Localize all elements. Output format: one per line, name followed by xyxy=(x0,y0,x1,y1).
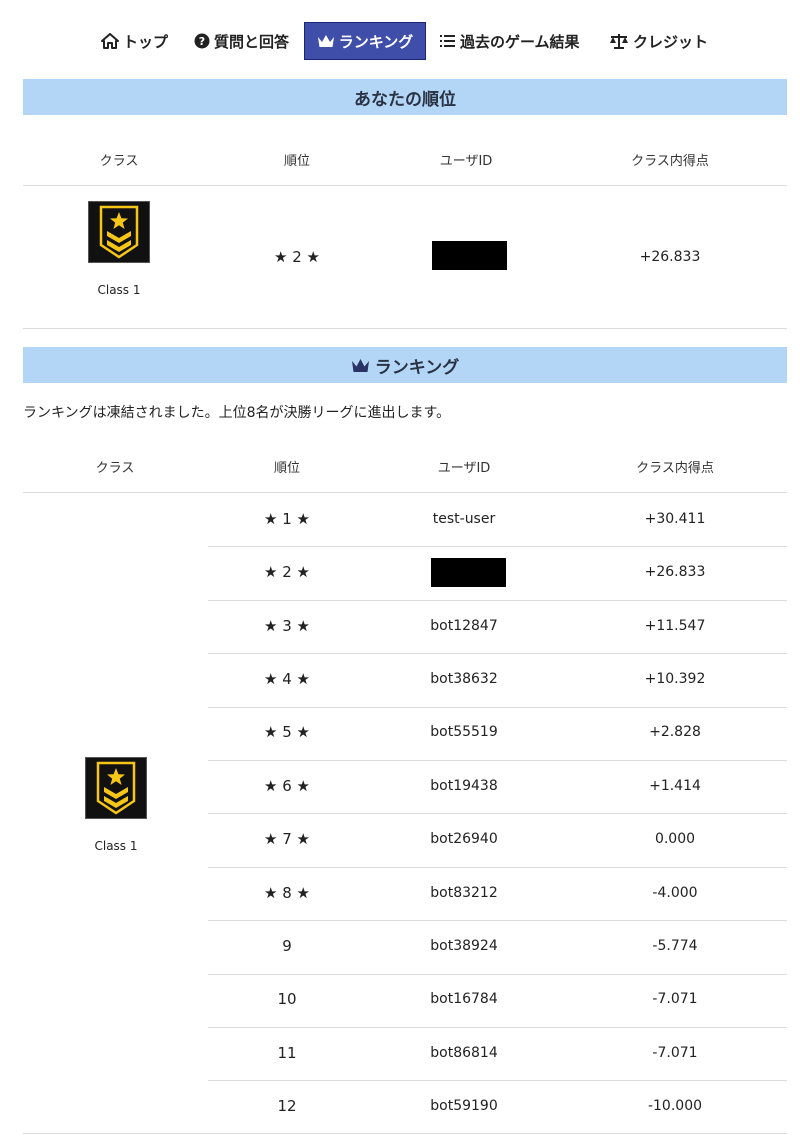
score-cell: -7.071 xyxy=(652,991,698,1008)
score-cell: +11.547 xyxy=(644,617,706,634)
rank-cell: 12 xyxy=(277,1097,297,1116)
row-divider xyxy=(208,867,787,868)
class-badge-icon xyxy=(88,201,150,263)
rank-cell: ★ 6 ★ xyxy=(264,776,310,795)
row-divider xyxy=(208,920,787,921)
rank-cell: ★ 1 ★ xyxy=(264,509,310,528)
row-divider xyxy=(208,1027,787,1028)
divider xyxy=(23,1133,787,1134)
user-id-cell: bot38924 xyxy=(430,937,498,954)
redacted-user-id xyxy=(432,241,507,270)
nav-item-label: 質問と回答 xyxy=(214,32,290,51)
col-head-score: クラス内得点 xyxy=(636,461,714,476)
row-divider xyxy=(208,974,787,975)
score-cell: -5.774 xyxy=(652,937,698,954)
score-cell: 0.000 xyxy=(654,831,696,848)
user-id-cell: bot16784 xyxy=(430,991,498,1008)
col-head-class: クラス xyxy=(99,154,139,169)
user-id-cell: bot55519 xyxy=(430,724,498,741)
rank-cell: 9 xyxy=(282,936,292,955)
nav-item-label: クレジット xyxy=(633,32,709,51)
col-head-score: クラス内得点 xyxy=(631,154,709,169)
crown-icon xyxy=(351,358,369,372)
nav-item-credit[interactable]: クレジット xyxy=(609,22,708,60)
divider xyxy=(23,328,787,329)
row-divider xyxy=(208,653,787,654)
row-divider xyxy=(208,813,787,814)
col-head-rank: 順位 xyxy=(273,461,300,476)
user-id-cell: bot26940 xyxy=(430,831,498,848)
rank-cell: ★ 7 ★ xyxy=(264,830,310,849)
ranking-notice: ランキングは凍結されました。上位8名が決勝リーグに進出します。 xyxy=(23,405,451,421)
question-icon: ? xyxy=(194,33,210,49)
score-cell: +2.828 xyxy=(649,724,701,741)
row-divider xyxy=(208,546,787,547)
scale-icon xyxy=(610,34,628,49)
nav-item-label: トップ xyxy=(123,32,169,51)
user-id-cell: bot59190 xyxy=(430,1098,498,1115)
user-id-cell: bot86814 xyxy=(430,1044,498,1061)
divider xyxy=(23,185,787,186)
row-divider xyxy=(208,600,787,601)
user-id-cell: test-user xyxy=(432,510,496,527)
rank-cell: ★ 2 ★ xyxy=(264,563,310,582)
score-cell: +26.833 xyxy=(644,564,706,581)
class-badge-icon xyxy=(85,757,147,819)
list-icon xyxy=(440,35,455,47)
nav-item-label: ランキング xyxy=(338,32,414,51)
nav-item-top[interactable]: トップ xyxy=(101,22,168,60)
score-cell: +1.414 xyxy=(649,777,701,794)
section-title: ランキング xyxy=(374,357,460,378)
row-divider xyxy=(208,760,787,761)
crown-icon xyxy=(317,35,334,47)
class-label: Class 1 xyxy=(97,283,141,297)
nav-item-ranking[interactable]: ランキング xyxy=(304,22,426,60)
user-id-cell: bot38632 xyxy=(430,670,498,687)
row-divider xyxy=(208,1080,787,1081)
divider xyxy=(23,492,787,493)
col-head-user: ユーザID xyxy=(439,154,493,169)
home-icon xyxy=(101,33,119,49)
score-cell: -4.000 xyxy=(652,884,698,901)
score-cell: -7.071 xyxy=(652,1044,698,1061)
my-rank-value: ★ 2 ★ xyxy=(274,248,320,266)
score-cell: +10.392 xyxy=(644,670,706,687)
rank-cell: ★ 5 ★ xyxy=(264,723,310,742)
class-label: Class 1 xyxy=(94,839,138,853)
nav-item-history[interactable]: 過去のゲーム結果 xyxy=(440,22,580,60)
rank-cell: ★ 3 ★ xyxy=(264,616,310,635)
rank-cell: ★ 4 ★ xyxy=(264,669,310,688)
row-divider xyxy=(208,707,787,708)
score-cell: -10.000 xyxy=(647,1098,703,1115)
rank-cell: ★ 8 ★ xyxy=(264,883,310,902)
my-rank-header: あなたの順位 xyxy=(23,79,787,115)
score-cell: +30.411 xyxy=(644,510,706,527)
col-head-rank: 順位 xyxy=(283,154,310,169)
col-head-class: クラス xyxy=(95,461,135,476)
ranking-header: ランキング xyxy=(23,347,787,383)
svg-text:?: ? xyxy=(199,35,205,48)
nav-item-label: 過去のゲーム結果 xyxy=(460,32,580,51)
main-nav: トップ ? 質問と回答 ランキング 過去のゲーム結果 クレジット xyxy=(0,22,800,60)
section-title: あなたの順位 xyxy=(354,89,456,110)
nav-item-faq[interactable]: ? 質問と回答 xyxy=(194,22,289,60)
user-id-cell: bot83212 xyxy=(430,884,498,901)
rank-cell: 11 xyxy=(277,1043,297,1062)
user-id-cell: bot19438 xyxy=(430,777,498,794)
user-id-cell: bot12847 xyxy=(430,617,498,634)
redacted-user-id xyxy=(431,558,506,588)
rank-cell: 10 xyxy=(277,990,297,1009)
my-score-value: +26.833 xyxy=(639,249,701,265)
col-head-user: ユーザID xyxy=(437,461,491,476)
